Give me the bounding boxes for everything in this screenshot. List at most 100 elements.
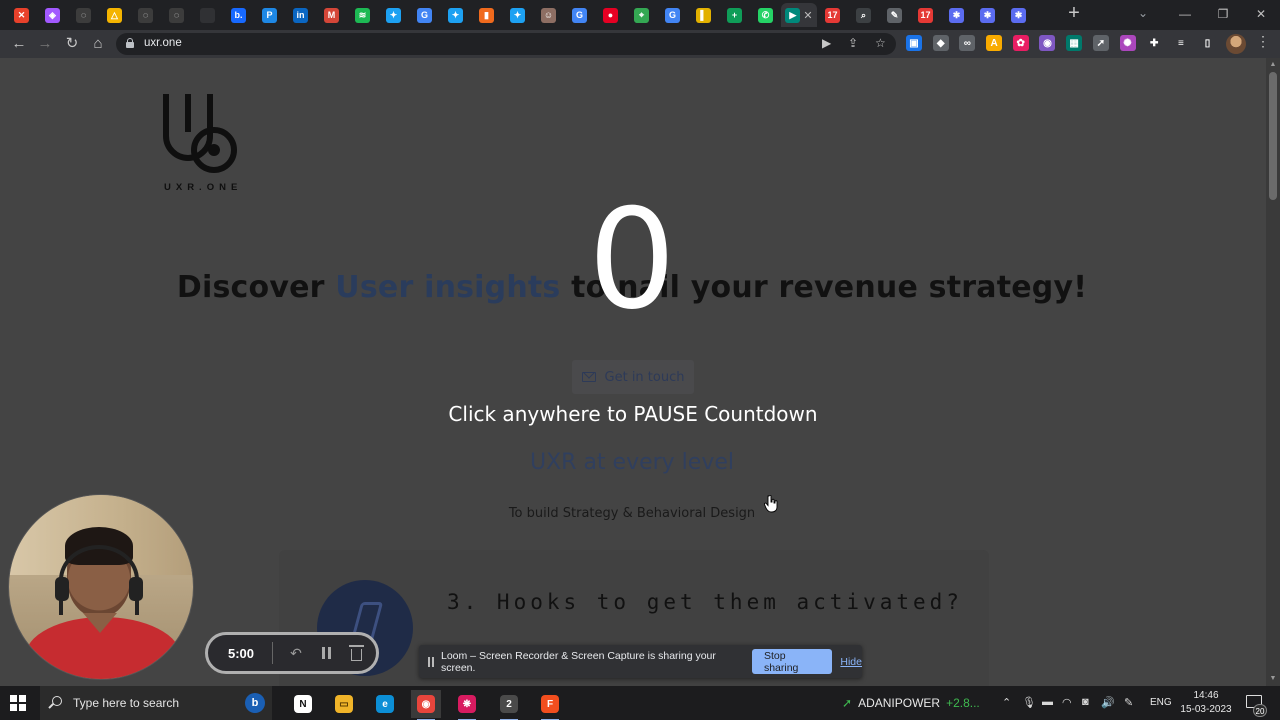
home-button[interactable]: ⌂ xyxy=(87,34,109,54)
browser-tab[interactable]: ▶ ✕ xyxy=(781,3,817,27)
menu-icon[interactable]: ⋮ xyxy=(1256,33,1270,50)
browser-tab[interactable]: ✱ xyxy=(972,3,1003,27)
browser-tab[interactable]: ≋ xyxy=(347,3,378,27)
browser-tab[interactable] xyxy=(192,3,223,27)
taskbar-app[interactable]: ◉ xyxy=(411,690,441,720)
forward-button[interactable]: → xyxy=(34,34,56,54)
browser-tab[interactable]: ▮ xyxy=(471,3,502,27)
bookmark-star-icon[interactable]: ☆ xyxy=(875,36,886,50)
extension-3-icon[interactable]: ∞ xyxy=(959,35,976,51)
lock-icon[interactable] xyxy=(126,38,134,48)
volume-icon[interactable]: 🔊 xyxy=(1101,696,1115,709)
extension-4-icon[interactable]: A xyxy=(986,35,1003,51)
scroll-down-arrow-icon[interactable]: ▼ xyxy=(1269,675,1277,683)
battery-icon[interactable]: ▬ xyxy=(1042,696,1053,708)
camera-tray-icon[interactable]: ◙ xyxy=(1082,696,1089,708)
browser-tab[interactable]: ✦ xyxy=(440,3,471,27)
taskbar-app[interactable]: e xyxy=(370,690,400,718)
camera-icon[interactable]: ▶ xyxy=(822,36,831,50)
extensions-puzzle-icon[interactable]: ✚ xyxy=(1146,35,1163,51)
scroll-thumb[interactable] xyxy=(1269,72,1277,200)
extension-7-icon[interactable]: ▦ xyxy=(1066,35,1083,51)
browser-tab[interactable]: ✦ xyxy=(378,3,409,27)
address-bar[interactable]: uxr.one ▶ ⇪ ☆ xyxy=(116,33,896,55)
browser-tab[interactable]: 17 xyxy=(817,3,848,27)
browser-tab[interactable]: ☺ xyxy=(533,3,564,27)
taskbar-app[interactable]: F xyxy=(535,690,565,720)
extension-8-icon[interactable]: ➚ xyxy=(1092,35,1109,51)
browser-tab[interactable]: ✕ xyxy=(6,3,37,27)
browser-tab[interactable]: G xyxy=(564,3,595,27)
browser-tab[interactable]: in xyxy=(285,3,316,27)
reading-list-icon[interactable]: ≡ xyxy=(1172,35,1189,51)
hide-link[interactable]: Hide xyxy=(840,656,862,668)
stock-widget[interactable]: ➚ ADANIPOWER +2.8... xyxy=(842,696,980,710)
taskbar-app[interactable]: ❋ xyxy=(452,690,482,720)
new-tab-button[interactable]: + xyxy=(1064,3,1084,24)
browser-tab[interactable]: ✱ xyxy=(941,3,972,27)
browser-tab[interactable]: G xyxy=(657,3,688,27)
system-clock[interactable]: 14:46 15-03-2023 xyxy=(1178,689,1234,717)
restore-button[interactable]: ❐ xyxy=(1204,0,1242,28)
wifi-icon[interactable]: ◠ xyxy=(1062,696,1072,709)
browser-tab[interactable]: ◌ xyxy=(68,3,99,27)
browser-tab[interactable]: M xyxy=(316,3,347,27)
browser-tab[interactable]: ▌ xyxy=(688,3,719,27)
browser-tab[interactable]: △ xyxy=(99,3,130,27)
webcam-bubble[interactable] xyxy=(8,494,194,680)
taskbar-app[interactable]: 2 xyxy=(494,690,524,720)
tab-search-chevron-icon[interactable]: ⌄ xyxy=(1138,6,1148,20)
profile-avatar[interactable] xyxy=(1226,34,1246,54)
language-indicator[interactable]: ENG xyxy=(1150,697,1172,708)
close-window-button[interactable]: ✕ xyxy=(1242,0,1280,28)
browser-tab[interactable]: P xyxy=(254,3,285,27)
browser-tab[interactable]: ◌ xyxy=(130,3,161,27)
pen-icon[interactable]: ✎ xyxy=(1124,696,1133,709)
drive-favicon-icon: △ xyxy=(107,7,122,23)
extension-6-icon[interactable]: ◉ xyxy=(1039,35,1056,51)
extension-9-icon[interactable]: ✺ xyxy=(1119,35,1136,51)
taskbar-app[interactable]: ▭ xyxy=(329,690,359,718)
browser-tab[interactable]: ⌖ xyxy=(626,3,657,27)
undo-icon[interactable]: ↶ xyxy=(281,638,311,668)
extension-1-icon[interactable]: ▣ xyxy=(906,35,922,51)
countdown-number[interactable]: 0 xyxy=(0,180,1264,340)
pause-recording-button[interactable] xyxy=(311,638,341,668)
browser-tab[interactable]: 17 xyxy=(910,3,941,27)
browser-tab[interactable]: G xyxy=(409,3,440,27)
reload-button[interactable]: ↻ xyxy=(61,34,83,54)
scroll-up-arrow-icon[interactable]: ▲ xyxy=(1269,61,1277,69)
browser-tab[interactable]: ✦ xyxy=(502,3,533,27)
browser-tab[interactable]: ◌ xyxy=(161,3,192,27)
extension-2-icon[interactable]: ◆ xyxy=(932,35,949,51)
browser-tab[interactable]: + xyxy=(719,3,750,27)
microphone-icon[interactable]: 🎙 xyxy=(1022,696,1036,709)
share-grip-icon[interactable] xyxy=(428,656,434,667)
google-favicon-icon: G xyxy=(417,7,432,23)
bing-icon[interactable]: b xyxy=(245,693,265,713)
page-scrollbar[interactable]: ▲ ▼ xyxy=(1266,58,1280,686)
share-icon[interactable]: ⇪ xyxy=(848,36,858,50)
back-button[interactable]: ← xyxy=(8,34,30,54)
tray-overflow-icon[interactable]: ⌃ xyxy=(1002,696,1011,709)
delete-recording-button[interactable] xyxy=(341,638,371,668)
browser-tab[interactable]: ✆ xyxy=(750,3,781,27)
browser-tab[interactable]: b. xyxy=(223,3,254,27)
browser-tab[interactable]: ● xyxy=(595,3,626,27)
browser-tab[interactable]: ✱ xyxy=(1003,3,1034,27)
minimize-button[interactable]: — xyxy=(1166,0,1204,28)
browser-tab[interactable]: ◈ xyxy=(37,3,68,27)
taskbar-search-box[interactable]: Type here to search b xyxy=(40,686,272,720)
stop-sharing-button[interactable]: Stop sharing xyxy=(751,649,833,674)
browser-tab[interactable]: ✎ xyxy=(879,3,910,27)
url-text[interactable]: uxr.one xyxy=(144,37,182,49)
countdown-message[interactable]: Click anywhere to PAUSE Countdown xyxy=(0,402,1266,426)
search-placeholder[interactable]: Type here to search xyxy=(73,696,179,710)
windows-start-icon[interactable] xyxy=(10,695,26,711)
side-panel-icon[interactable]: ▯ xyxy=(1199,35,1216,51)
taskbar-app[interactable]: N xyxy=(288,690,318,718)
tab-close-icon[interactable]: ✕ xyxy=(803,9,812,22)
get-in-touch-button[interactable]: Get in touch xyxy=(572,360,694,394)
extension-5-icon[interactable]: ✿ xyxy=(1012,35,1029,51)
browser-tab[interactable]: ⌕ xyxy=(848,3,879,27)
